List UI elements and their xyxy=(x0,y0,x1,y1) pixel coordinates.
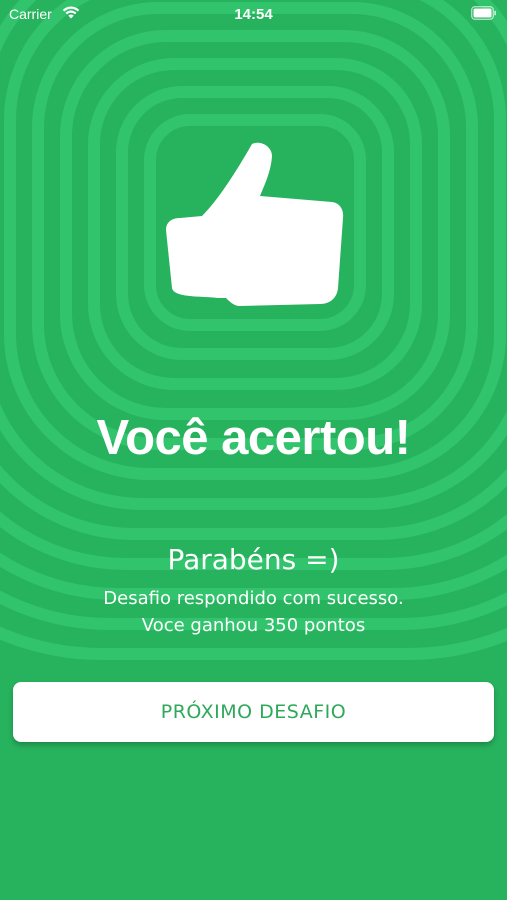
result-headline: Você acertou! xyxy=(96,411,411,465)
congrats-subtitle: Parabéns =) xyxy=(167,543,340,576)
success-message: Desafio respondido com sucesso. xyxy=(103,588,404,609)
battery-icon xyxy=(471,6,496,20)
clock: 14:54 xyxy=(234,6,273,23)
next-challenge-button[interactable]: PRÓXIMO DESAFIO xyxy=(13,682,494,742)
thumbs-up-icon xyxy=(166,142,344,306)
status-bar: Carrier 14:54 xyxy=(0,0,507,30)
next-challenge-label: PRÓXIMO DESAFIO xyxy=(160,701,347,723)
points-message: Voce ganhou 350 pontos xyxy=(141,615,366,636)
